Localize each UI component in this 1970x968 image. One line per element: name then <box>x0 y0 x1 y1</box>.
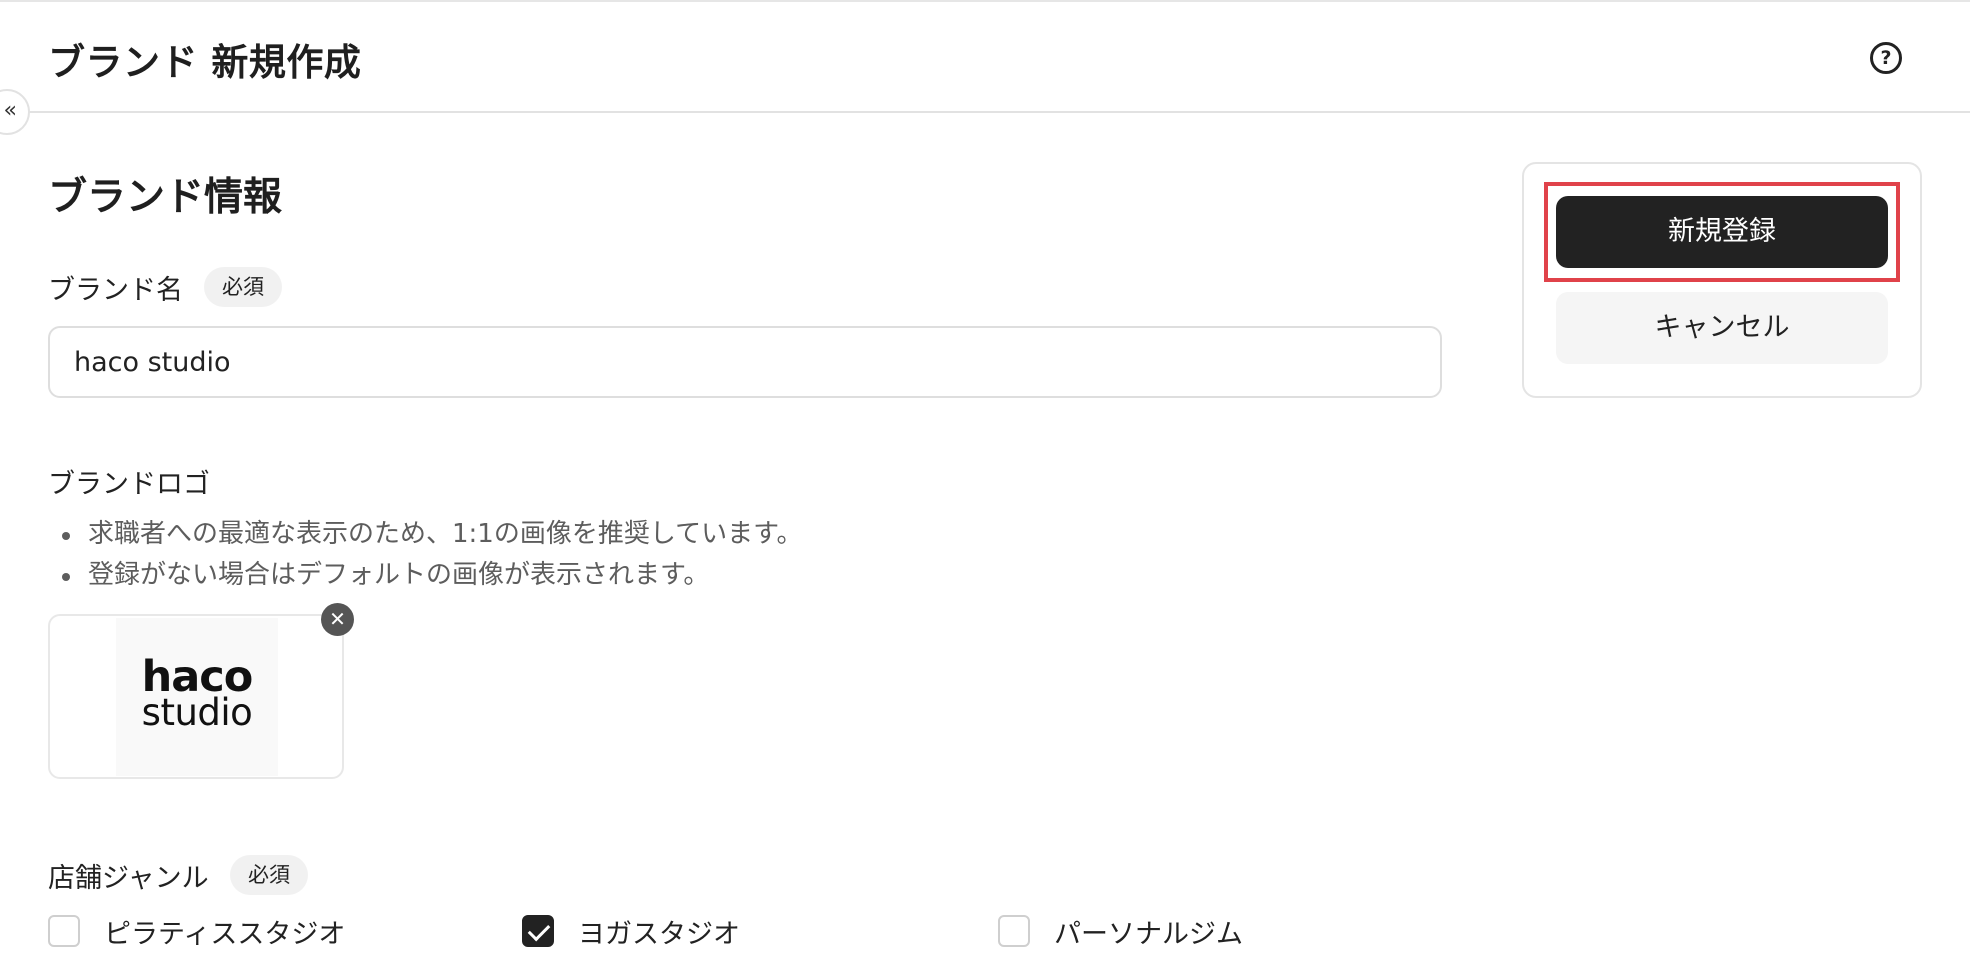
page-header: ブランド 新規作成 ? <box>0 2 1970 113</box>
logo-hint: 求職者への最適な表示のため、1:1の画像を推奨しています。 <box>58 514 802 555</box>
genre-option-label: ピラティススタジオ <box>104 918 346 950</box>
genre-option-label: パーソナルジム <box>1054 918 1243 950</box>
genre-checkbox-checked[interactable] <box>522 915 554 947</box>
brand-name-input[interactable] <box>48 326 1442 398</box>
store-genre-label: 店舗ジャンル <box>48 863 209 894</box>
required-badge: 必須 <box>204 267 282 307</box>
genre-option-personal-gym[interactable]: パーソナルジム <box>998 910 1243 952</box>
brand-logo-image: haco studio <box>116 618 278 776</box>
cancel-button[interactable]: キャンセル <box>1556 292 1888 364</box>
brand-logo-label: ブランドロゴ <box>48 469 210 500</box>
page-title: ブランド 新規作成 <box>48 41 362 84</box>
genre-checkbox[interactable] <box>48 915 80 947</box>
logo-wordmark-line: studio <box>141 691 253 734</box>
section-title: ブランド情報 <box>48 175 283 220</box>
remove-logo-close-icon[interactable]: ✕ <box>321 603 354 636</box>
genre-option-yoga[interactable]: ヨガスタジオ <box>522 910 740 952</box>
genre-option-pilates[interactable]: ピラティススタジオ <box>48 910 345 952</box>
logo-wordmark: haco studio <box>116 656 278 734</box>
genre-checkbox[interactable] <box>998 915 1030 947</box>
required-badge: 必須 <box>230 855 308 895</box>
brand-name-label: ブランド名 <box>48 275 183 306</box>
register-button[interactable]: 新規登録 <box>1556 196 1888 268</box>
help-icon[interactable]: ? <box>1870 42 1902 74</box>
logo-preview[interactable]: haco studio <box>48 614 344 779</box>
logo-hint-list: 求職者への最適な表示のため、1:1の画像を推奨しています。 登録がない場合はデフ… <box>58 514 802 596</box>
logo-hint: 登録がない場合はデフォルトの画像が表示されます。 <box>58 555 802 596</box>
genre-option-label: ヨガスタジオ <box>578 918 740 950</box>
